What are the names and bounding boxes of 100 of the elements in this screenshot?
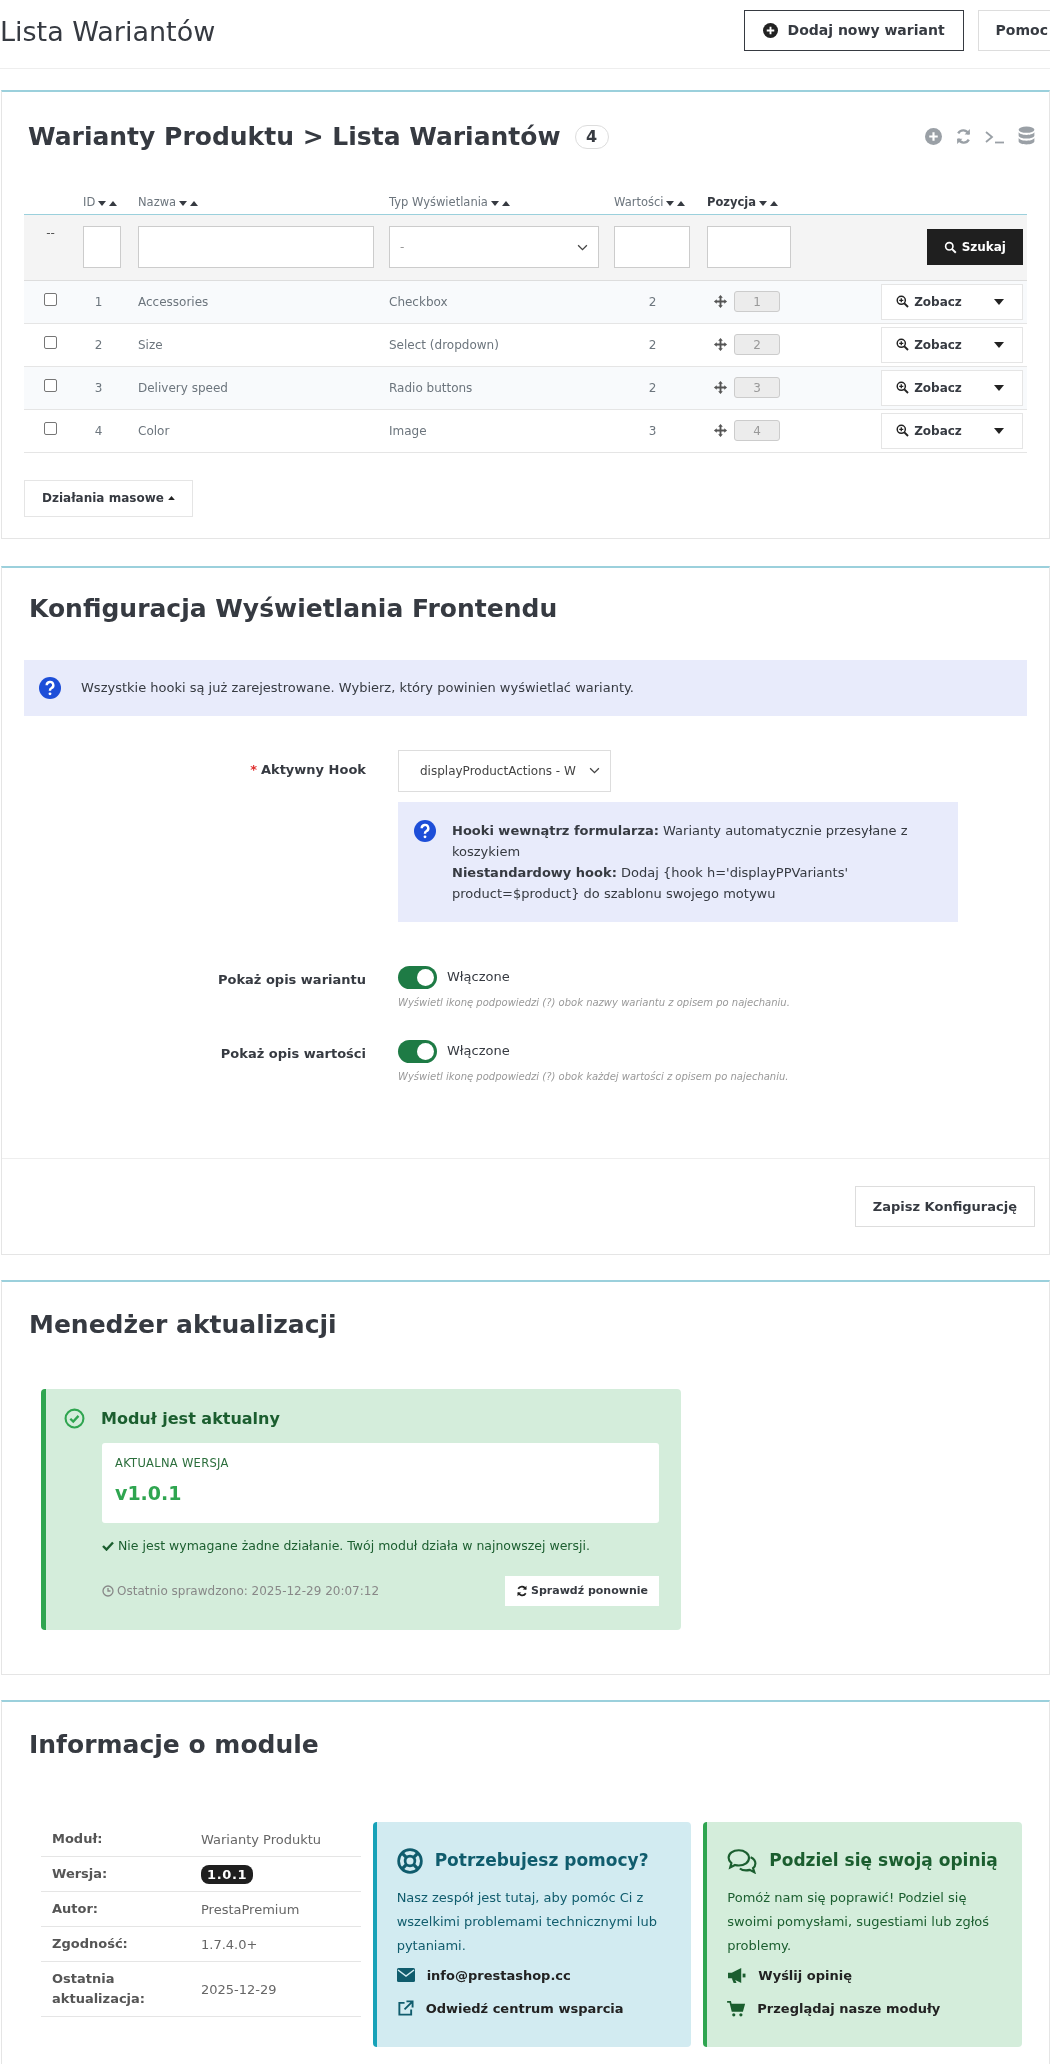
question-icon: [414, 819, 436, 842]
sort-up-icon[interactable]: [501, 200, 510, 206]
info-text: Wszystkie hooki są już zarejestrowane. Wybierz, który powinien wyświetlać warianty.: [81, 678, 634, 697]
terminal-icon[interactable]: [985, 129, 1005, 144]
card-text: Nasz zespół jest tutaj, aby pomóc Ci z wszelkimi problemami technicznymi lub pytaniami.: [396, 1888, 658, 1955]
field-label: Aktywny Hook: [260, 760, 366, 779]
help-text: Niestandardowy hook: Dodaj {hook h='displayPPVariants' product=$product} do szablonu swojego motywu: [452, 863, 849, 903]
card-link[interactable]: Odwiedź centrum wsparcia: [396, 1999, 672, 2019]
sort-up-icon[interactable]: [770, 200, 779, 206]
caret-icon: [994, 384, 1004, 391]
toggle-switch[interactable]: [398, 965, 437, 989]
toggle-label: Włączone: [447, 968, 510, 987]
card-title: Potrzebujesz pomocy?: [434, 1848, 649, 1872]
cart-icon: [727, 2000, 746, 2017]
table-cell-text: 2: [648, 293, 657, 311]
help-button[interactable]: Pomoc: [977, 10, 1050, 51]
table-cell: Size: [138, 337, 163, 352]
hook-select[interactable]: displayProductActions - W: [398, 749, 611, 792]
table-cell: Checkbox: [389, 294, 448, 309]
recheck-button[interactable]: Sprawdź ponownie: [505, 1576, 659, 1607]
chevron-down-icon: [577, 243, 588, 251]
zoom-in-icon: [896, 424, 910, 437]
version-badge: 1.0.1: [201, 1864, 254, 1884]
zoom-in-icon: [896, 295, 910, 308]
filter-field[interactable]: [707, 226, 791, 268]
card-link[interactable]: Wyślij opinię: [727, 1965, 1002, 1985]
info-label: Ostatnia aktualizacja:: [51, 1969, 147, 2008]
table-cell-text: 3: [648, 422, 657, 440]
status-message: Nie jest wymagane żadne działanie. Twój moduł działa w najnowszej wersji.: [118, 1536, 590, 1555]
toggle-label: Włączone: [447, 1042, 510, 1061]
search-button[interactable]: Szukaj: [926, 229, 1023, 265]
move-icon[interactable]: [713, 294, 728, 309]
envelope-icon: [396, 1968, 415, 1983]
info-label: Autor:: [51, 1899, 100, 1918]
table-cell-text: 2: [648, 379, 657, 397]
position-field: 3: [734, 377, 780, 398]
version-label: AKTUALNA WERSJA: [115, 1454, 230, 1472]
row-checkbox[interactable]: [44, 379, 57, 392]
add-icon[interactable]: [925, 128, 942, 146]
lifebuoy-icon: [396, 1847, 423, 1874]
position-field: 4: [734, 420, 780, 441]
info-value: PrestaPremium: [201, 1901, 300, 1917]
column-header[interactable]: Pozycja: [707, 194, 757, 212]
sort-down-icon[interactable]: [179, 200, 188, 206]
column-header[interactable]: ID: [83, 194, 96, 212]
sort-down-icon[interactable]: [666, 200, 675, 206]
caret-icon: [167, 496, 175, 500]
panel-title: Informacje o module: [29, 1729, 320, 1761]
sort-up-icon[interactable]: [190, 200, 199, 206]
caret-icon: [994, 298, 1004, 305]
table-cell: Accessories: [138, 294, 209, 309]
refresh-icon: [516, 1585, 529, 1598]
info-value: 1.7.4.0+: [201, 1936, 258, 1952]
sort-up-icon[interactable]: [109, 200, 118, 206]
sort-down-icon[interactable]: [759, 200, 768, 206]
bulk-actions-button[interactable]: Działania masowe: [24, 479, 193, 517]
table-cell: Delivery speed: [138, 380, 228, 395]
toggle-switch[interactable]: [398, 1039, 437, 1063]
search-icon: [943, 240, 957, 254]
zoom-in-icon: [896, 381, 910, 394]
sort-down-icon[interactable]: [490, 200, 499, 206]
megaphone-icon: [727, 1966, 747, 1984]
add-variant-button[interactable]: Dodaj nowy wariant: [743, 10, 964, 51]
info-value: 2025-12-29: [201, 1981, 277, 1997]
column-header[interactable]: Nazwa: [138, 194, 177, 212]
count-badge: 4: [574, 124, 609, 149]
column-header[interactable]: Wartości: [614, 194, 664, 212]
move-icon[interactable]: [713, 337, 728, 352]
panel-title: Menedżer aktualizacji: [29, 1309, 338, 1341]
position-field: 2: [734, 334, 780, 355]
sort-up-icon[interactable]: [677, 200, 686, 206]
version-number: v1.0.1: [115, 1480, 183, 1506]
table-cell-text: 1: [94, 293, 103, 311]
chevron-down-icon: [589, 767, 600, 774]
refresh-icon[interactable]: [955, 128, 972, 146]
column-header[interactable]: Typ Wyświetlania: [389, 194, 488, 212]
table-cell: Image: [389, 423, 427, 438]
check-circle-icon: [64, 1408, 85, 1429]
card-link[interactable]: info@prestashop.cc: [396, 1965, 672, 1985]
row-checkbox[interactable]: [44, 422, 57, 435]
sort-down-icon[interactable]: [98, 200, 107, 206]
info-label: Zgodność:: [51, 1934, 129, 1953]
position-field: 1: [734, 291, 780, 312]
help-text: Hooki wewnątrz formularza: Warianty automatycznie przesyłane z koszykiem: [452, 821, 909, 861]
question-icon: [39, 676, 61, 699]
row-checkbox[interactable]: [44, 336, 57, 349]
field-label: Pokaż opis wariantu: [217, 970, 366, 989]
plus-icon: [762, 23, 778, 38]
panel-title: Konfiguracja Wyświetlania Frontendu: [28, 593, 559, 625]
filter-field[interactable]: [614, 226, 690, 268]
row-checkbox[interactable]: [44, 293, 57, 306]
filter-field[interactable]: [83, 226, 121, 268]
move-icon[interactable]: [713, 423, 728, 438]
chat-bubbles-icon: [727, 1847, 758, 1874]
info-label: Wersja:: [51, 1864, 109, 1883]
move-icon[interactable]: [713, 380, 728, 395]
filter-field[interactable]: [138, 226, 374, 268]
reset-filter-text: --: [46, 224, 55, 242]
card-link[interactable]: Przeglądaj nasze moduły: [727, 1999, 1002, 2019]
save-button[interactable]: Zapisz Konfigurację: [854, 1186, 1035, 1227]
